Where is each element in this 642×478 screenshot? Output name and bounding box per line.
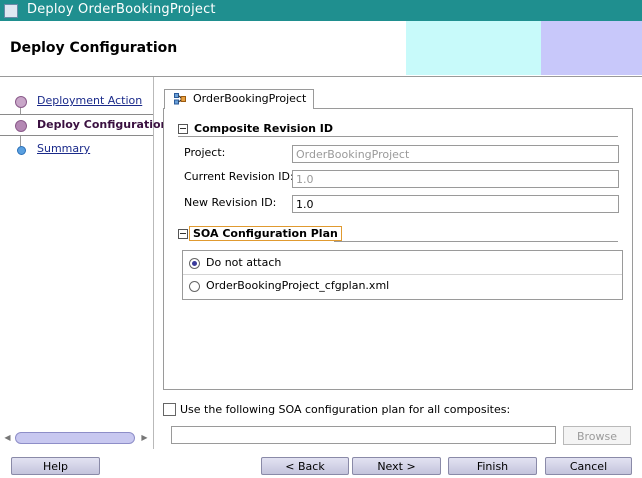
browse-button[interactable]: Browse [563, 426, 631, 445]
nav-step-label: Deployment Action [37, 94, 143, 107]
soa-config-plan-section-header[interactable]: SOA Configuration Plan [178, 226, 618, 242]
bullet-icon [17, 146, 26, 155]
radio-label[interactable]: Do not attach [206, 256, 281, 269]
tab-label: OrderBookingProject [193, 92, 307, 105]
scroll-left-arrow-icon[interactable]: ◀ [3, 431, 12, 444]
person-icon [15, 120, 27, 132]
wizard-step-nav: Deployment Action Deploy Configuration S… [0, 77, 168, 449]
next-button[interactable]: Next > [352, 457, 441, 475]
use-plan-for-all-checkbox[interactable] [163, 403, 176, 416]
wizard-header: Deploy Configuration [0, 21, 642, 77]
tab-orderbookingproject[interactable]: OrderBookingProject [164, 89, 314, 109]
back-button-label: < Back [285, 460, 325, 473]
new-revision-label: New Revision ID: [184, 196, 277, 209]
composite-revision-section-header[interactable]: Composite Revision ID [178, 122, 618, 137]
project-field: OrderBookingProject [292, 145, 619, 163]
collapse-toggle-icon[interactable] [178, 229, 188, 239]
help-button-label: Help [42, 460, 69, 473]
section-divider [178, 136, 618, 137]
project-label: Project: [184, 146, 226, 159]
nav-horizontal-scrollbar[interactable]: ◀ ▶ [3, 431, 149, 444]
current-revision-field: 1.0 [292, 170, 619, 188]
section-title: Composite Revision ID [194, 122, 334, 135]
finish-button-label: Finish [476, 460, 509, 473]
use-plan-for-all-label[interactable]: Use the following SOA configuration plan… [180, 403, 510, 416]
nav-step-summary[interactable]: Summary [0, 139, 153, 159]
nav-step-deploy-configuration[interactable]: Deploy Configuration [0, 114, 168, 136]
person-icon [15, 96, 27, 108]
help-button[interactable]: Help [11, 457, 100, 475]
finish-button[interactable]: Finish [448, 457, 537, 475]
config-plan-options: Do not attach OrderBookingProject_cfgpla… [182, 250, 623, 300]
radio-label[interactable]: OrderBookingProject_cfgplan.xml [206, 279, 389, 292]
scroll-right-arrow-icon[interactable]: ▶ [140, 431, 149, 444]
next-button-label: Next > [377, 460, 416, 473]
radio-cfgplan-file[interactable] [189, 281, 200, 292]
option-divider [183, 274, 622, 275]
window-title: Deploy OrderBookingProject [27, 2, 216, 17]
window-titlebar: Deploy OrderBookingProject [0, 0, 642, 22]
section-divider [334, 241, 618, 242]
current-revision-label: Current Revision ID: [184, 170, 294, 183]
nav-step-deployment-action[interactable]: Deployment Action [0, 91, 153, 111]
collapse-toggle-icon[interactable] [178, 124, 188, 134]
scrollbar-thumb[interactable] [15, 432, 135, 444]
new-revision-input[interactable]: 1.0 [292, 195, 619, 213]
header-decoration-cyan [406, 21, 541, 75]
cancel-button-label: Cancel [569, 460, 608, 473]
page-title: Deploy Configuration [10, 40, 178, 56]
plan-path-input[interactable] [171, 426, 556, 444]
header-decoration-lavender [541, 21, 642, 75]
cancel-button[interactable]: Cancel [545, 457, 632, 475]
nav-step-label: Summary [37, 142, 91, 155]
section-title: SOA Configuration Plan [189, 226, 342, 241]
nav-step-label: Deploy Configuration [37, 118, 169, 131]
composite-icon [174, 93, 186, 105]
app-window-icon [4, 4, 18, 18]
radio-do-not-attach[interactable] [189, 258, 200, 269]
back-button[interactable]: < Back [261, 457, 349, 475]
